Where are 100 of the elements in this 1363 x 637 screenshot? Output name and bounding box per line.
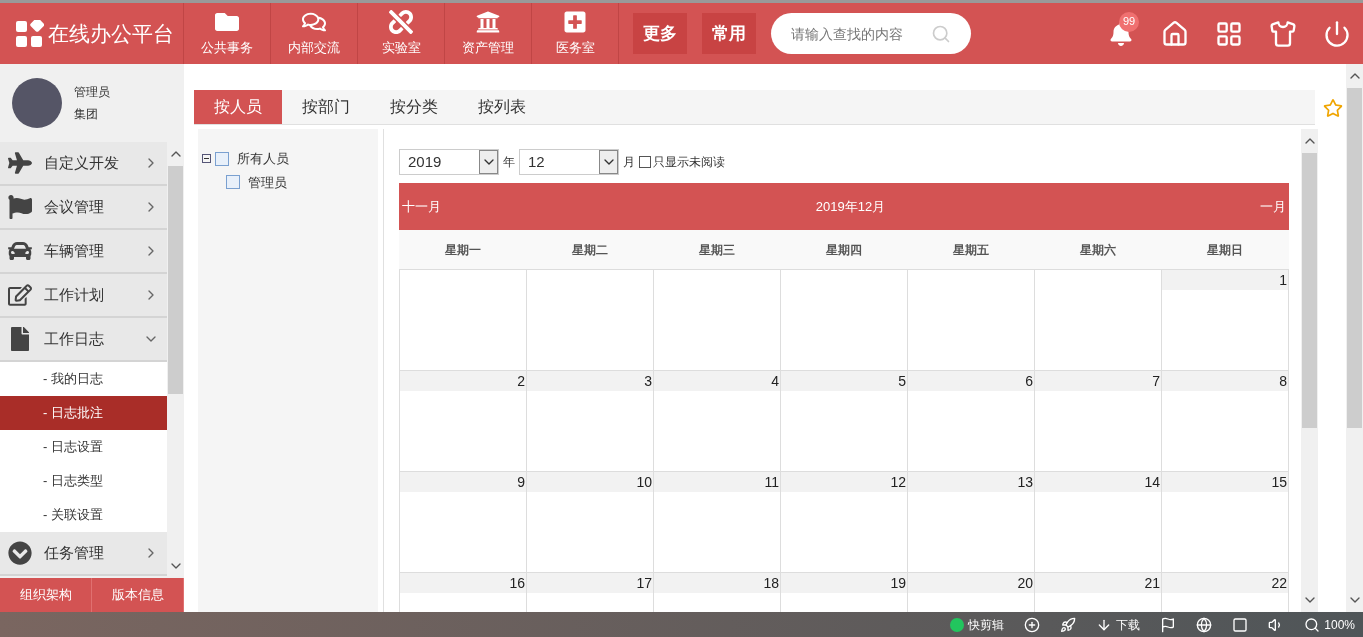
calendar-cell[interactable]: 6 xyxy=(908,371,1035,471)
home-icon[interactable] xyxy=(1161,19,1189,48)
calendar-cell[interactable]: 7 xyxy=(1035,371,1162,471)
calendar-cell[interactable]: 8 xyxy=(1162,371,1289,471)
day-number: 5 xyxy=(781,371,907,391)
calendar-cell[interactable]: 1 xyxy=(1162,270,1289,370)
sidebar-item[interactable]: 自定义开发 xyxy=(0,142,167,186)
nav-item[interactable]: 内部交流 xyxy=(271,3,358,64)
search-box[interactable]: 请输入查找的内容 xyxy=(771,13,971,54)
nav-item[interactable]: 公共事务 xyxy=(184,3,271,64)
day-number: 22 xyxy=(1162,573,1288,593)
browser-icon[interactable] xyxy=(1196,616,1213,633)
day-number: 9 xyxy=(400,472,526,492)
calendar-cell[interactable]: 12 xyxy=(781,472,908,572)
calendar-cell[interactable]: 14 xyxy=(1035,472,1162,572)
day-number: 18 xyxy=(654,573,780,593)
next-month-link[interactable]: 一月 xyxy=(1260,196,1286,217)
tab[interactable]: 按分类 xyxy=(370,90,458,124)
day-number: 12 xyxy=(781,472,907,492)
edit-icon xyxy=(8,283,32,307)
user-name: 管理员 xyxy=(74,84,110,101)
calendar-cell[interactable]: 10 xyxy=(527,472,654,572)
nav-item[interactable]: 实验室 xyxy=(358,3,445,64)
submenu-item[interactable]: - 日志批注 xyxy=(0,396,167,430)
month-select[interactable]: 12 xyxy=(519,149,619,175)
calendar-cell[interactable]: 15 xyxy=(1162,472,1289,572)
weekday-header: 星期三 xyxy=(697,241,736,259)
tab[interactable]: 按列表 xyxy=(458,90,546,124)
flag-icon[interactable] xyxy=(1160,616,1177,633)
weekday-header: 星期二 xyxy=(570,241,609,259)
weekday-header: 星期五 xyxy=(952,241,991,259)
tree-node[interactable]: 管理员 xyxy=(226,172,378,192)
weekday-header: 星期日 xyxy=(1206,241,1245,259)
calendar-cell[interactable]: 11 xyxy=(654,472,781,572)
calendar-cell[interactable]: 3 xyxy=(527,371,654,471)
submenu-item[interactable]: - 我的日志 xyxy=(0,362,167,396)
calendar-cell[interactable]: 2 xyxy=(400,371,527,471)
car-icon xyxy=(8,239,32,263)
calendar-cell[interactable]: 4 xyxy=(654,371,781,471)
sidebar-item[interactable]: 工作日志 xyxy=(0,318,167,362)
shirt-icon[interactable] xyxy=(1269,19,1297,48)
search-input[interactable]: 请输入查找的内容 xyxy=(791,13,931,54)
app-shortcut[interactable]: 快剪辑 xyxy=(950,615,1005,634)
tab[interactable]: 按部门 xyxy=(282,90,370,124)
day-number: 19 xyxy=(781,573,907,593)
star-icon[interactable] xyxy=(1323,97,1343,118)
collapse-toggle-icon[interactable] xyxy=(202,154,211,164)
broken-link-icon xyxy=(389,9,413,34)
sidebar-item[interactable]: 任务管理 xyxy=(0,532,167,576)
add-circle-icon[interactable] xyxy=(1024,616,1041,633)
day-number: 2 xyxy=(400,371,526,391)
grid-icon[interactable] xyxy=(1215,19,1243,48)
scrollbar[interactable] xyxy=(1301,129,1318,612)
year-label: 年 xyxy=(503,154,515,171)
day-number: 21 xyxy=(1035,573,1161,593)
tree-node[interactable]: 所有人员 xyxy=(202,149,378,169)
day-number: 17 xyxy=(527,573,653,593)
menu-button[interactable]: 更多 xyxy=(633,13,687,54)
day-number: 4 xyxy=(654,371,780,391)
year-select[interactable]: 2019 xyxy=(399,149,499,175)
sidebar-item[interactable]: 工作计划 xyxy=(0,274,167,318)
day-number: 14 xyxy=(1035,472,1161,492)
submenu-item[interactable]: - 日志设置 xyxy=(0,430,167,464)
avatar xyxy=(12,78,62,128)
weekday-header: 星期四 xyxy=(825,241,863,259)
document-icon xyxy=(8,327,32,351)
day-number: 13 xyxy=(908,472,1034,492)
day-number: 20 xyxy=(908,573,1034,593)
submenu-item[interactable]: - 关联设置 xyxy=(0,498,167,532)
notification-badge: 99 xyxy=(1119,11,1139,32)
bank-building-icon xyxy=(476,9,500,34)
window-icon[interactable] xyxy=(1232,616,1249,633)
calendar-cell[interactable]: 5 xyxy=(781,371,908,471)
airplane-icon xyxy=(8,151,32,175)
power-icon[interactable] xyxy=(1323,19,1351,48)
menu-button[interactable]: 常用 xyxy=(702,13,756,54)
calendar-cell[interactable]: 9 xyxy=(400,472,527,572)
day-number: 11 xyxy=(654,472,780,492)
tab[interactable]: 按人员 xyxy=(194,90,282,124)
nav-item[interactable]: 医务室 xyxy=(532,3,619,64)
rocket-icon[interactable] xyxy=(1060,616,1077,633)
sidebar-item[interactable]: 会议管理 xyxy=(0,186,167,230)
zoom-level[interactable]: 100% xyxy=(1304,615,1355,634)
flag-icon xyxy=(8,195,32,219)
weekday-header: 星期一 xyxy=(443,241,482,259)
nav-item[interactable]: 资产管理 xyxy=(445,3,532,64)
submenu-item[interactable]: - 日志类型 xyxy=(0,464,167,498)
day-number: 16 xyxy=(400,573,526,593)
unread-checkbox[interactable]: 只显示未阅读 xyxy=(639,153,725,171)
sidebar-item[interactable]: 车辆管理 xyxy=(0,230,167,274)
download-button[interactable]: 下载 xyxy=(1096,615,1141,634)
user-org: 集团 xyxy=(74,106,99,123)
scrollbar[interactable] xyxy=(1346,64,1363,612)
app-title: 在线办公平台 xyxy=(48,20,174,47)
prev-month-link[interactable]: 十一月 xyxy=(402,196,441,217)
logo-icon xyxy=(16,19,44,48)
calendar-cell[interactable]: 13 xyxy=(908,472,1035,572)
month-label: 月 xyxy=(623,154,635,171)
chevron-badge-icon xyxy=(8,541,32,565)
day-number: 15 xyxy=(1162,472,1288,492)
